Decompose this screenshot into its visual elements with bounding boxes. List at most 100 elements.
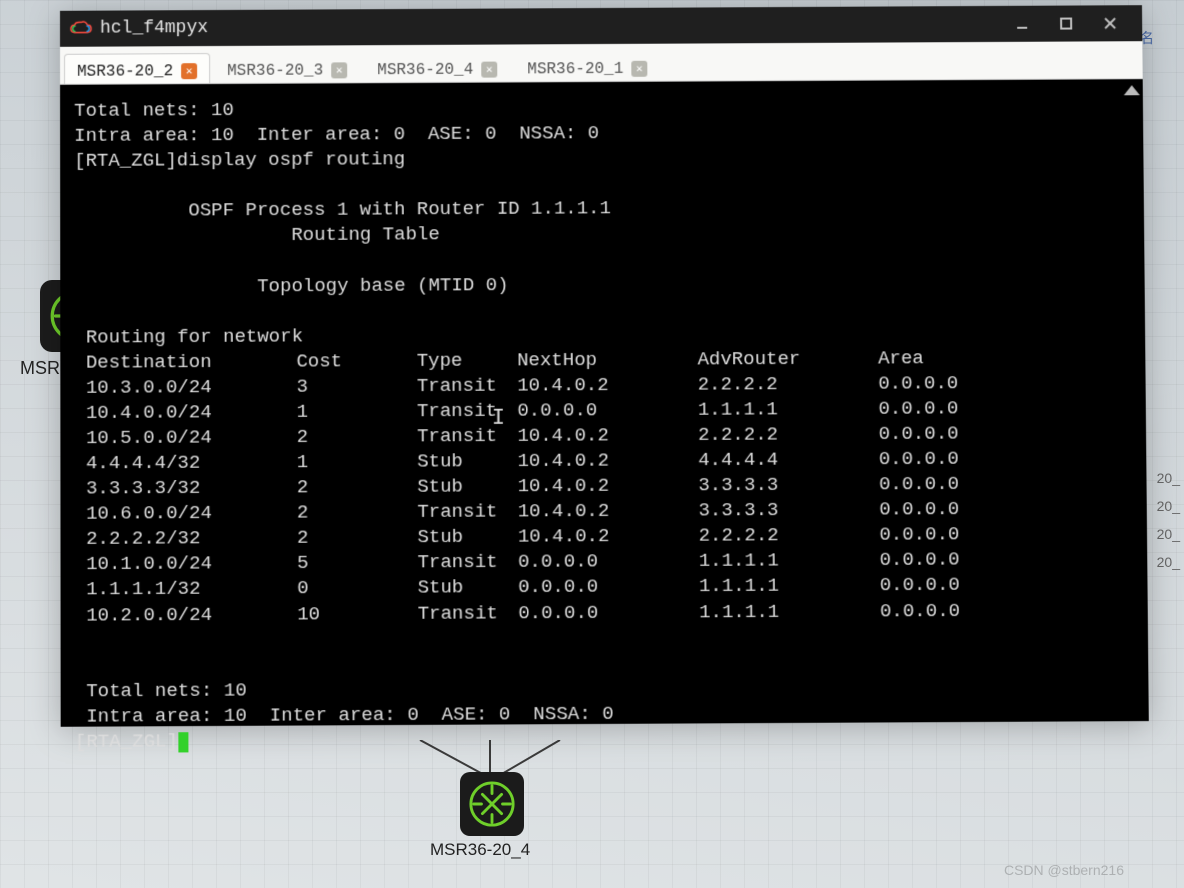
cell-nexthop: 10.4.0.2 [518,473,699,499]
routing-table-heading: Routing Table [291,224,440,247]
cell-cost: 1 [297,399,417,425]
cell-advrouter: 1.1.1.1 [698,397,879,423]
side-label: 20_ [1157,526,1180,542]
cell-destination: 2.2.2.2/32 [86,526,297,552]
cell-nexthop: 0.0.0.0 [518,574,699,600]
window-maximize-button[interactable] [1044,8,1088,38]
cell-advrouter: 2.2.2.2 [698,371,879,397]
side-label: 20_ [1157,470,1180,486]
router-device-bottom-label: MSR36-20_4 [430,840,530,860]
cell-advrouter: 3.3.3.3 [698,498,879,524]
terminal-output: Total nets: 10 Intra area: 10 Inter area… [74,93,1135,755]
cell-destination: 10.6.0.0/24 [86,501,297,527]
app-logo-icon [70,21,92,37]
cell-area: 0.0.0.0 [880,598,1001,624]
cell-type: Transit [417,500,518,526]
col-cost: Cost [296,349,416,375]
cell-area: 0.0.0.0 [878,421,999,447]
cell-area: 0.0.0.0 [879,472,1000,498]
cell-destination: 10.1.0.0/24 [86,551,297,577]
tab-label: MSR36-20_3 [227,61,323,80]
watermark: CSDN @stbern216 [1004,862,1124,878]
col-nexthop: NextHop [517,347,698,373]
cell-area: 0.0.0.0 [879,446,1000,472]
cell-cost: 3 [296,374,416,400]
tab-MSR36-20_3[interactable]: MSR36-20_3 ✕ [214,52,360,83]
cell-area: 0.0.0.0 [880,573,1001,599]
cell-nexthop: 0.0.0.0 [518,600,699,626]
cell-area: 0.0.0.0 [879,497,1000,523]
tab-MSR36-20_2[interactable]: MSR36-20_2 ✕ [64,53,210,84]
tab-close-icon[interactable]: ✕ [631,60,647,76]
titlebar[interactable]: hcl_f4mpyx [60,5,1142,47]
cell-type: Stub [418,575,519,601]
cell-type: Transit [418,601,519,627]
cell-nexthop: 0.0.0.0 [518,549,699,575]
scroll-up-icon[interactable] [1124,85,1140,95]
tab-label: MSR36-20_2 [77,62,173,81]
cell-destination: 4.4.4.4/32 [86,450,297,476]
cell-destination: 10.2.0.0/24 [86,602,297,628]
side-label: 20_ [1157,554,1180,570]
total-nets-line: Total nets: 10 [86,679,247,702]
tab-close-icon[interactable]: ✕ [481,61,497,77]
cell-destination: 1.1.1.1/32 [86,577,297,603]
tab-label: MSR36-20_1 [527,59,623,78]
cell-area: 0.0.0.0 [879,548,1000,574]
cell-destination: 10.3.0.0/24 [86,374,297,400]
tab-close-icon[interactable]: ✕ [181,63,197,79]
cell-destination: 10.4.0.0/24 [86,400,297,426]
tabstrip: MSR36-20_2✕MSR36-20_3✕MSR36-20_4✕MSR36-2… [60,41,1143,85]
cell-cost: 2 [297,525,418,551]
cell-cost: 10 [297,601,418,627]
terminal[interactable]: I Total nets: 10 Intra area: 10 Inter ar… [60,79,1149,727]
cell-type: Transit [417,399,517,425]
topology-heading: Topology base (MTID 0) [257,274,508,297]
cell-area: 0.0.0.0 [878,371,999,397]
cell-area: 0.0.0.0 [878,396,999,422]
terminal-cursor [178,732,188,752]
col-area: Area [878,346,999,372]
cell-type: Stub [417,525,518,551]
tab-label: MSR36-20_4 [377,60,473,79]
tab-close-icon[interactable]: ✕ [331,62,347,78]
cell-type: Transit [417,550,518,576]
tab-MSR36-20_4[interactable]: MSR36-20_4 ✕ [364,51,510,82]
intra-area-line: Intra area: 10 Inter area: 0 ASE: 0 NSSA… [86,703,614,728]
cell-nexthop: 10.4.0.2 [517,448,698,474]
cell-type: Stub [417,449,517,475]
cell-advrouter: 4.4.4.4 [698,447,879,473]
cell-type: Stub [417,474,517,500]
cell-destination: 10.5.0.0/24 [86,425,297,451]
cell-cost: 2 [297,424,417,450]
canvas-side-labels: 20_ 20_ 20_ 20_ [1157,470,1180,570]
cell-nexthop: 10.4.0.2 [518,499,699,525]
cell-nexthop: 0.0.0.0 [517,398,698,424]
cell-area: 0.0.0.0 [879,522,1000,548]
window-minimize-button[interactable] [1000,9,1044,39]
cell-nexthop: 10.4.0.2 [517,372,698,398]
cell-advrouter: 1.1.1.1 [699,573,880,599]
cell-cost: 0 [297,576,418,602]
col-destination: Destination [86,349,297,375]
ospf-heading: OSPF Process 1 with Router ID 1.1.1.1 [188,198,611,222]
cell-advrouter: 2.2.2.2 [698,422,879,448]
intra-area-line: Intra area: 10 Inter area: 0 ASE: 0 NSSA… [74,122,599,147]
cell-advrouter: 3.3.3.3 [698,472,879,498]
app-window: hcl_f4mpyx MSR36-20_2✕MSR36-20_3✕MSR36-2… [60,5,1149,727]
col-type: Type [417,348,517,374]
cell-advrouter: 1.1.1.1 [699,599,880,625]
cell-nexthop: 10.4.0.2 [518,524,699,550]
app-title: hcl_f4mpyx [100,18,208,39]
cell-cost: 1 [297,450,418,476]
col-advrouter: AdvRouter [697,346,878,372]
cell-destination: 3.3.3.3/32 [86,475,297,501]
router-device-bottom[interactable] [460,772,524,836]
cell-cost: 2 [297,500,418,526]
cell-type: Transit [417,424,517,450]
cell-type: Transit [417,373,517,399]
total-nets-line: Total nets: 10 [74,99,234,122]
tab-MSR36-20_1[interactable]: MSR36-20_1 ✕ [514,51,660,82]
cell-advrouter: 2.2.2.2 [698,523,879,549]
window-close-button[interactable] [1088,8,1132,38]
